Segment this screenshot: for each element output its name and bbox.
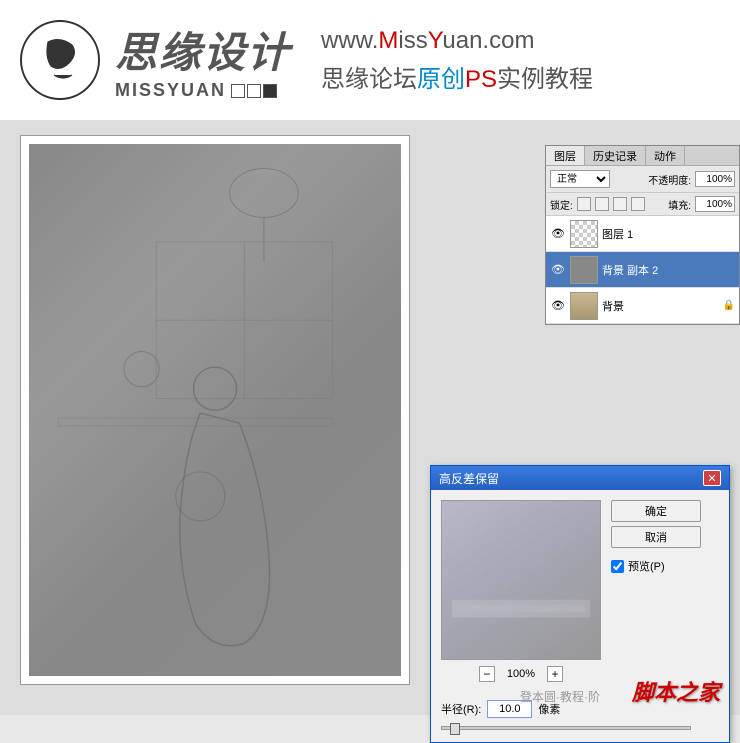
url-text: www.MissYuan.com: [321, 27, 593, 55]
logo-sub: MISSYUAN: [115, 80, 291, 101]
page-header: 思缘设计 MISSYUAN www.MissYuan.com 思缘论坛原创PS实…: [0, 0, 740, 120]
canvas-area[interactable]: [20, 135, 410, 685]
lock-icon: 🔒: [723, 300, 735, 311]
layer-thumb: [570, 220, 598, 248]
panel-tabs: 图层 历史记录 动作: [546, 146, 739, 166]
blend-controls: 正常 不透明度:: [546, 166, 739, 193]
decorative-boxes: [231, 84, 277, 98]
lock-label: 锁定:: [550, 197, 573, 212]
canvas-image: [29, 144, 401, 676]
zoom-level: 100%: [507, 668, 535, 680]
dialog-title: 高反差保留: [439, 470, 499, 487]
zoom-controls: − 100% +: [441, 666, 601, 682]
ok-button[interactable]: 确定: [611, 500, 701, 522]
logo-main: 思缘设计: [115, 19, 291, 80]
layer-list: 👁 图层 1 👁 背景 副本 2 👁 背景 🔒: [546, 216, 739, 324]
fill-input[interactable]: [695, 196, 735, 212]
visibility-icon[interactable]: 👁: [550, 298, 566, 314]
workspace: 图层 历史记录 动作 正常 不透明度: 锁定: 填充: 👁 图层 1: [0, 120, 740, 715]
lock-pixels-icon[interactable]: [595, 197, 609, 211]
layer-name: 背景 副本 2: [602, 262, 735, 278]
tab-history[interactable]: 历史记录: [585, 146, 646, 165]
filter-preview[interactable]: [441, 500, 601, 660]
lock-row: 锁定: 填充:: [546, 193, 739, 216]
blend-mode-select[interactable]: 正常: [550, 170, 610, 188]
tagline: 思缘论坛原创PS实例教程: [321, 59, 593, 94]
preview-checkbox-label[interactable]: 预览(P): [611, 558, 701, 574]
watermark-primary: 脚本之家: [632, 675, 720, 707]
slider-thumb[interactable]: [450, 723, 460, 735]
dialog-body: − 100% + 确定 取消 预览(P): [431, 490, 729, 692]
zoom-in-button[interactable]: +: [547, 666, 563, 682]
layer-name: 背景: [602, 298, 719, 314]
layer-item[interactable]: 👁 图层 1: [546, 216, 739, 252]
dialog-titlebar[interactable]: 高反差保留 ✕: [431, 466, 729, 490]
logo-text: 思缘设计 MISSYUAN: [115, 19, 291, 101]
zoom-out-button[interactable]: −: [479, 666, 495, 682]
fill-label: 填充:: [668, 197, 691, 212]
tab-layers[interactable]: 图层: [546, 146, 585, 165]
watermark-secondary: 登本圆·教程·阶: [520, 688, 600, 705]
layer-name: 图层 1: [602, 226, 735, 242]
url-area: www.MissYuan.com 思缘论坛原创PS实例教程: [321, 27, 593, 94]
layer-item[interactable]: 👁 背景 副本 2: [546, 252, 739, 288]
layer-thumb: [570, 292, 598, 320]
logo-icon: [20, 20, 100, 100]
layer-item[interactable]: 👁 背景 🔒: [546, 288, 739, 324]
lock-transparent-icon[interactable]: [577, 197, 591, 211]
preview-checkbox[interactable]: [611, 560, 624, 573]
radius-slider[interactable]: [441, 726, 691, 730]
visibility-icon[interactable]: 👁: [550, 226, 566, 242]
lock-position-icon[interactable]: [613, 197, 627, 211]
sketch-content: [29, 144, 401, 663]
opacity-label: 不透明度:: [648, 172, 691, 187]
close-icon[interactable]: ✕: [703, 470, 721, 486]
opacity-input[interactable]: [695, 171, 735, 187]
logo-area: 思缘设计 MISSYUAN: [20, 19, 291, 101]
layer-thumb: [570, 256, 598, 284]
tab-actions[interactable]: 动作: [646, 146, 685, 165]
lock-all-icon[interactable]: [631, 197, 645, 211]
visibility-icon[interactable]: 👁: [550, 262, 566, 278]
dialog-buttons: 确定 取消 预览(P): [611, 500, 701, 682]
layers-panel: 图层 历史记录 动作 正常 不透明度: 锁定: 填充: 👁 图层 1: [545, 145, 740, 325]
cancel-button[interactable]: 取消: [611, 526, 701, 548]
preview-area: − 100% +: [441, 500, 601, 682]
